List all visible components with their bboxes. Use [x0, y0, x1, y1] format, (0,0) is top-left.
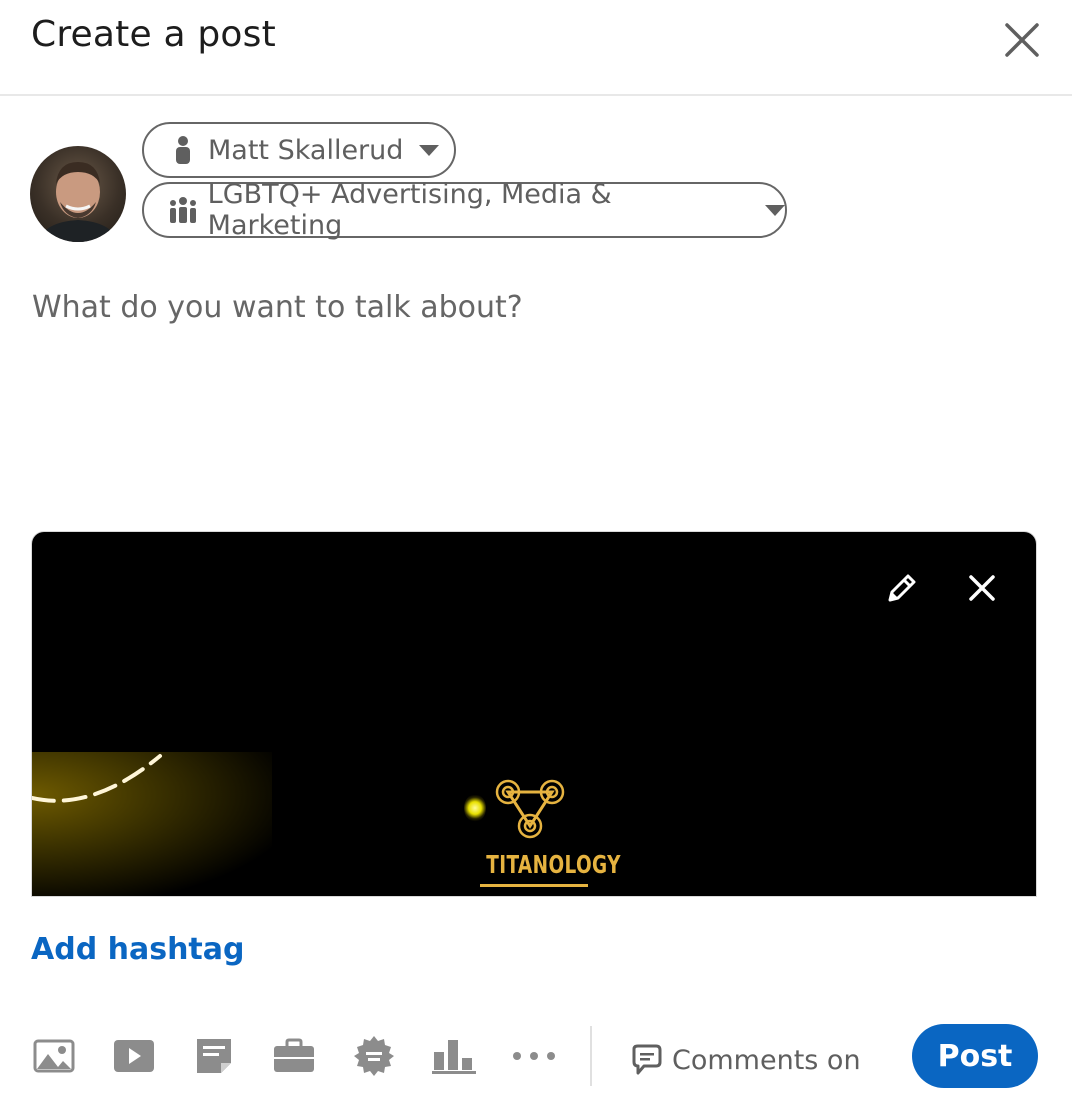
- edit-media-button[interactable]: [882, 568, 922, 608]
- ellipsis-icon: [513, 1052, 555, 1060]
- author-name: Matt Skallerud: [208, 134, 404, 166]
- person-icon: [168, 135, 198, 165]
- pencil-icon: [888, 574, 916, 602]
- add-document-button[interactable]: [192, 1034, 236, 1078]
- avatar: [30, 146, 126, 242]
- chevron-down-icon: [765, 204, 785, 216]
- briefcase-icon: [274, 1038, 314, 1072]
- firefly-light: [464, 794, 486, 822]
- toolbar-divider: [590, 1026, 592, 1086]
- audience-selector[interactable]: LGBTQ+ Advertising, Media & Marketing: [142, 179, 787, 241]
- post-composer-input[interactable]: [32, 290, 1032, 490]
- document-icon: [197, 1039, 231, 1073]
- titanology-logo: [495, 779, 565, 839]
- dialog-title: Create a post: [31, 14, 276, 55]
- comment-settings-button[interactable]: Comments on: [630, 1040, 861, 1080]
- image-icon: [33, 1039, 75, 1073]
- logo-text: TITANOLOGY: [486, 850, 621, 879]
- add-hashtag-button[interactable]: Add hashtag: [31, 932, 245, 967]
- more-options-button[interactable]: [512, 1034, 556, 1078]
- share-job-button[interactable]: [272, 1034, 316, 1078]
- media-preview: TITANOLOGY: [32, 532, 1036, 896]
- close-icon: [969, 575, 995, 601]
- chevron-down-icon: [419, 144, 440, 156]
- celebrate-button[interactable]: [352, 1034, 396, 1078]
- post-button[interactable]: Post: [912, 1024, 1038, 1088]
- dialog-header: Create a post: [0, 0, 1072, 96]
- video-icon: [114, 1040, 154, 1072]
- create-poll-button[interactable]: [432, 1034, 476, 1078]
- remove-media-button[interactable]: [962, 568, 1002, 608]
- add-photo-button[interactable]: [32, 1034, 76, 1078]
- light-trail: [32, 754, 162, 803]
- author-selector[interactable]: Matt Skallerud: [142, 122, 456, 178]
- add-video-button[interactable]: [112, 1034, 156, 1078]
- celebrate-badge-icon: [354, 1036, 394, 1076]
- profile-photo: [38, 162, 118, 242]
- logo-underline: [480, 884, 588, 887]
- close-icon: [1005, 23, 1039, 57]
- close-dialog-button[interactable]: [998, 16, 1046, 64]
- group-icon: [168, 195, 198, 225]
- comment-icon: [632, 1044, 662, 1075]
- bar-chart-icon: [432, 1040, 476, 1074]
- audience-label: LGBTQ+ Advertising, Media & Marketing: [207, 179, 612, 241]
- comments-label: Comments on: [672, 1044, 861, 1076]
